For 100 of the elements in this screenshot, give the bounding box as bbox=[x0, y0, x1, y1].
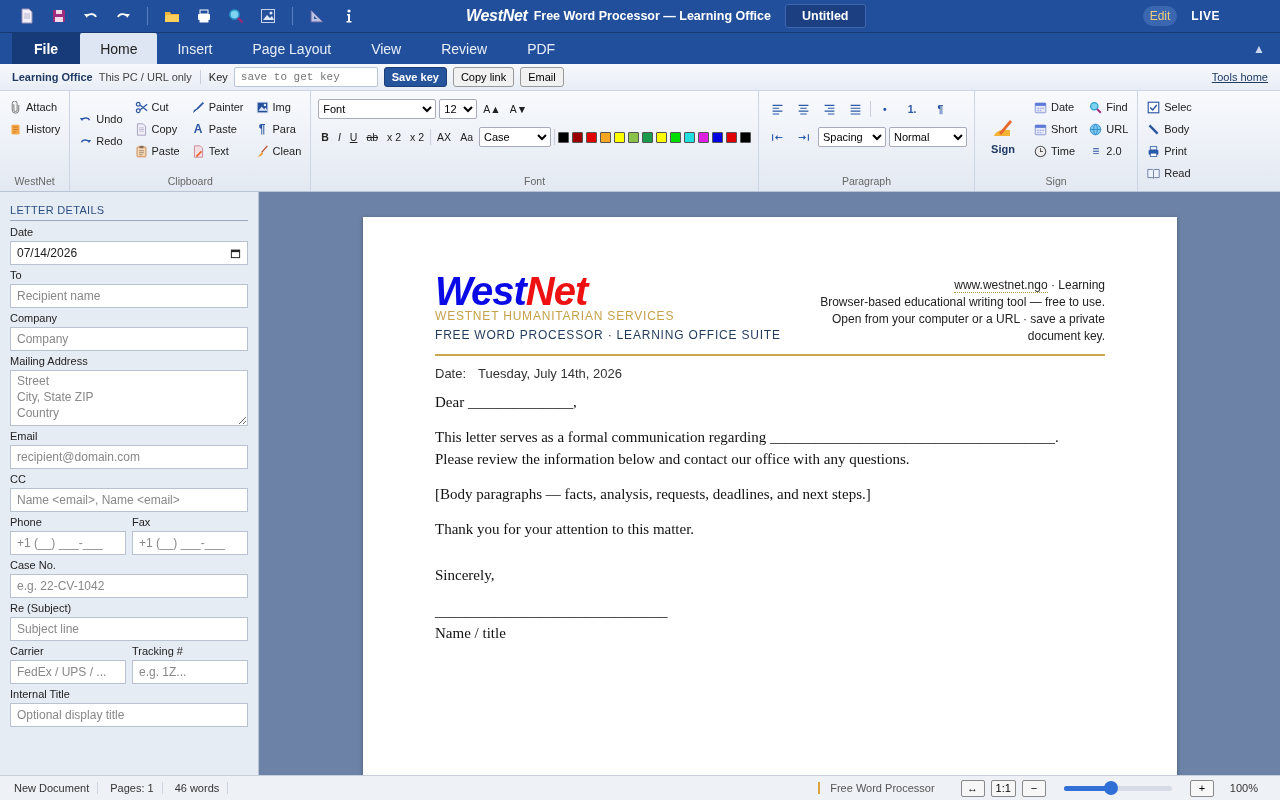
key-field[interactable]: save to get key bbox=[233, 67, 378, 87]
ribbon-button[interactable]: Date bbox=[1031, 97, 1080, 117]
color-swatch[interactable] bbox=[627, 131, 639, 143]
zoom-in-button[interactable]: + bbox=[1189, 779, 1214, 797]
color-swatch[interactable] bbox=[655, 131, 667, 143]
case-select[interactable]: Case bbox=[478, 127, 551, 147]
ribbon-tab[interactable]: PDF bbox=[507, 33, 576, 64]
ribbon-tab[interactable]: Home bbox=[80, 33, 158, 64]
style-select[interactable]: Normal bbox=[888, 127, 967, 147]
input-field[interactable]: Recipient name bbox=[10, 284, 248, 308]
ribbon-button[interactable]: Img bbox=[253, 97, 304, 117]
date-field[interactable]: 07/14/2026 bbox=[10, 241, 248, 265]
size-select[interactable]: 12 bbox=[439, 99, 478, 119]
color-swatch[interactable] bbox=[697, 131, 709, 143]
collapse-ribbon-button[interactable]: ▲ bbox=[1253, 41, 1265, 56]
zoom-button[interactable]: − bbox=[1021, 779, 1046, 797]
search-icon[interactable] bbox=[228, 8, 244, 24]
input-field[interactable]: Name <email>, Name <email> bbox=[10, 488, 248, 512]
ribbon-button[interactable]: Undo bbox=[77, 109, 125, 129]
grow-font-button[interactable]: A▲ bbox=[480, 103, 504, 115]
tools-home-link[interactable]: Tools home bbox=[1211, 71, 1268, 83]
ribbon-button[interactable]: Cut bbox=[132, 97, 182, 117]
color-swatch[interactable] bbox=[739, 131, 751, 143]
ribbon-button[interactable]: A Paste bbox=[189, 119, 246, 139]
storage-scope: This PC / URL only bbox=[98, 71, 192, 83]
input-field[interactable]: FedEx / UPS / ... bbox=[10, 660, 126, 684]
color-swatch[interactable] bbox=[613, 131, 625, 143]
shrink-font-button[interactable]: A▼ bbox=[506, 103, 531, 115]
ribbon-button[interactable]: Time bbox=[1031, 141, 1080, 161]
toolbar-button[interactable]: Copy link bbox=[452, 67, 515, 87]
list-button[interactable]: 1. bbox=[898, 103, 926, 115]
image-icon[interactable] bbox=[260, 8, 276, 24]
ribbon-button[interactable]: Attach bbox=[7, 97, 63, 117]
ribbon-button[interactable]: Text bbox=[189, 141, 246, 161]
format-button[interactable]: x 2 bbox=[407, 131, 428, 143]
file-tab[interactable]: File bbox=[12, 33, 81, 64]
ribbon-button[interactable]: Clean bbox=[253, 141, 304, 161]
toolbar-button[interactable]: Email bbox=[520, 67, 564, 87]
ribbon-tab[interactable]: Insert bbox=[157, 33, 233, 64]
spacing-select[interactable]: Spacing bbox=[817, 127, 886, 147]
color-swatch[interactable] bbox=[557, 131, 569, 143]
ribbon-button[interactable]: Print bbox=[1145, 141, 1194, 161]
key-label: Key bbox=[208, 71, 228, 83]
format-button[interactable]: U bbox=[346, 131, 361, 143]
format-button[interactable]: ab bbox=[363, 131, 382, 143]
ribbon-button[interactable]: Short bbox=[1031, 119, 1080, 139]
color-swatch[interactable] bbox=[599, 131, 611, 143]
input-field[interactable]: +1 (__) ___-___ bbox=[10, 531, 126, 555]
ribbon-tab[interactable]: View bbox=[351, 33, 422, 64]
page-icon[interactable] bbox=[19, 8, 35, 24]
format-button[interactable]: B bbox=[318, 131, 332, 143]
date-label: Date: bbox=[435, 366, 467, 381]
format-button[interactable]: x 2 bbox=[384, 131, 405, 143]
toggle-case-button[interactable]: Aa bbox=[457, 131, 476, 143]
list-button[interactable]: ¶ bbox=[928, 103, 953, 115]
format-button[interactable]: I bbox=[334, 131, 344, 143]
input-field[interactable]: +1 (__) ___-___ bbox=[132, 531, 248, 555]
ribbon-button[interactable]: Selec bbox=[1145, 97, 1194, 117]
glyph-icon: A bbox=[191, 122, 205, 136]
list-button[interactable]: • bbox=[873, 103, 896, 115]
color-swatch[interactable] bbox=[585, 131, 597, 143]
address-field[interactable]: Street City, State ZIP Country bbox=[10, 370, 248, 426]
document-name[interactable]: Untitled bbox=[784, 4, 866, 28]
ribbon-button[interactable]: ¶ Para bbox=[253, 119, 304, 139]
zoom-button[interactable]: 1:1 bbox=[990, 779, 1016, 797]
save-key-button[interactable]: Save key bbox=[383, 67, 447, 87]
clear-format-button[interactable]: AX bbox=[434, 131, 455, 143]
color-swatch[interactable] bbox=[683, 131, 695, 143]
ribbon-button[interactable]: URL bbox=[1087, 119, 1131, 139]
input-field[interactable]: e.g. 22-CV-1042 bbox=[10, 574, 248, 598]
printer-icon[interactable] bbox=[196, 8, 212, 24]
calendar-icon[interactable] bbox=[230, 247, 241, 259]
color-swatch[interactable] bbox=[641, 131, 653, 143]
ribbon-button[interactable]: Paste bbox=[132, 141, 182, 161]
ribbon-tab[interactable]: Page Layout bbox=[232, 33, 352, 64]
ribbon-button[interactable]: Body bbox=[1145, 119, 1194, 139]
ribbon-button[interactable]: Redo bbox=[77, 131, 125, 151]
glyph-icon: ¶ bbox=[255, 122, 269, 136]
ribbon-button[interactable]: Painter bbox=[189, 97, 246, 117]
color-swatch[interactable] bbox=[571, 131, 583, 143]
color-swatch[interactable] bbox=[711, 131, 723, 143]
mode-badge[interactable]: Edit bbox=[1142, 6, 1178, 26]
sign-button[interactable]: Sign bbox=[981, 97, 1024, 175]
input-field[interactable]: Company bbox=[10, 327, 248, 351]
ribbon-button[interactable]: History bbox=[7, 119, 63, 139]
input-field[interactable]: recipient@domain.com bbox=[10, 445, 248, 469]
ribbon-button[interactable]: Copy bbox=[132, 119, 182, 139]
ribbon-button[interactable]: Read bbox=[1145, 163, 1194, 183]
font-select[interactable]: Font bbox=[318, 99, 437, 119]
color-swatch[interactable] bbox=[725, 131, 737, 143]
floppy-icon[interactable] bbox=[51, 8, 67, 24]
ribbon-button[interactable]: ≡ 2.0 bbox=[1087, 141, 1131, 161]
color-swatch[interactable] bbox=[669, 131, 681, 143]
ribbon-tab[interactable]: Review bbox=[421, 33, 508, 64]
ribbon-button[interactable]: Find bbox=[1087, 97, 1131, 117]
zoom-button[interactable]: ↔ bbox=[960, 779, 985, 797]
input-field[interactable]: e.g. 1Z... bbox=[132, 660, 248, 684]
input-field[interactable]: Subject line bbox=[10, 617, 248, 641]
website-link[interactable]: www.westnet.ngo bbox=[954, 278, 1048, 293]
input-field[interactable]: Optional display title bbox=[10, 703, 248, 727]
